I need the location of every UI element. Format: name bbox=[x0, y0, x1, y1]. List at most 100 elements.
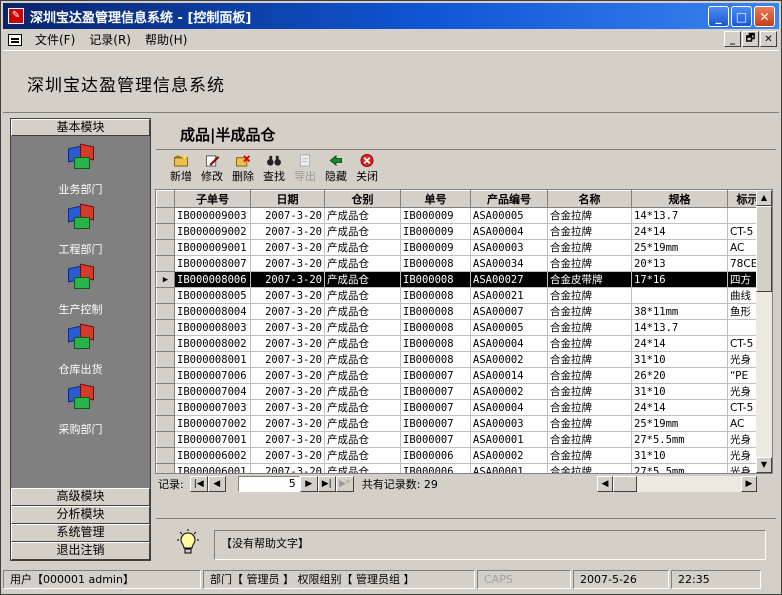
table-cell[interactable]: ASA00001 bbox=[470, 463, 548, 473]
table-cell[interactable]: 14*13.7 bbox=[631, 207, 728, 224]
table-cell[interactable]: 合金拉牌 bbox=[547, 335, 632, 352]
table-cell[interactable]: ASA00003 bbox=[470, 415, 548, 432]
table-cell[interactable]: 产成品仓 bbox=[324, 463, 401, 473]
table-cell[interactable]: IB000007 bbox=[400, 399, 471, 416]
table-cell[interactable]: IB000008 bbox=[400, 271, 471, 288]
close-button[interactable]: ✕ bbox=[754, 6, 775, 27]
table-cell[interactable]: IB000008003 bbox=[174, 319, 251, 336]
table-cell[interactable]: 2007-3-20 bbox=[250, 431, 325, 448]
table-cell[interactable]: IB000006002 bbox=[174, 447, 251, 464]
row-indicator[interactable] bbox=[156, 463, 175, 473]
table-cell[interactable]: 2007-3-20 bbox=[250, 351, 325, 368]
table-cell[interactable]: ASA00021 bbox=[470, 287, 548, 304]
new-record-button[interactable]: ▶* bbox=[335, 476, 354, 492]
table-cell[interactable]: IB000008005 bbox=[174, 287, 251, 304]
mdi-restore-button[interactable]: 🗗 bbox=[742, 31, 759, 47]
table-cell[interactable]: 2007-3-20 bbox=[250, 255, 325, 272]
new-button[interactable]: 新增 bbox=[166, 154, 196, 184]
table-cell[interactable]: 合金拉牌 bbox=[547, 255, 632, 272]
table-cell[interactable]: 产成品仓 bbox=[324, 335, 401, 352]
table-cell[interactable]: 产成品仓 bbox=[324, 271, 401, 288]
table-row[interactable]: IB000008002 2007-3-20 产成品仓 IB000008 ASA00004… bbox=[156, 335, 768, 352]
scroll-down-arrow-icon[interactable]: ▼ bbox=[756, 457, 772, 473]
mdi-close-button[interactable]: ✕ bbox=[760, 31, 777, 47]
table-cell[interactable]: IB000008002 bbox=[174, 335, 251, 352]
table-cell[interactable]: 产成品仓 bbox=[324, 415, 401, 432]
table-cell[interactable]: 38*11mm bbox=[631, 303, 728, 320]
table-row[interactable]: IB000009002 2007-3-20 产成品仓 IB000009 ASA00004… bbox=[156, 223, 768, 240]
table-cell[interactable]: IB000008004 bbox=[174, 303, 251, 320]
table-cell[interactable]: 2007-3-20 bbox=[250, 415, 325, 432]
table-cell[interactable]: IB000009 bbox=[400, 223, 471, 240]
table-row[interactable]: IB000008005 2007-3-20 产成品仓 IB000008 ASA00021… bbox=[156, 287, 768, 304]
table-cell[interactable]: IB000007 bbox=[400, 367, 471, 384]
table-cell[interactable]: 25*19mm bbox=[631, 415, 728, 432]
table-cell[interactable]: 2007-3-20 bbox=[250, 271, 325, 288]
column-header[interactable]: 单号 bbox=[400, 190, 471, 208]
table-cell[interactable]: 合金拉牌 bbox=[547, 415, 632, 432]
table-cell[interactable]: ASA00004 bbox=[470, 399, 548, 416]
nav-group-advanced[interactable]: 高级模块 bbox=[11, 488, 150, 506]
data-grid[interactable]: 子单号 日期 仓别 单号 产品编号 名称 规格 标示 IB000009003 20… bbox=[155, 189, 773, 474]
prev-record-button[interactable]: ◀ bbox=[207, 476, 226, 492]
table-cell[interactable]: 2007-3-20 bbox=[250, 287, 325, 304]
table-cell[interactable]: IB000009001 bbox=[174, 239, 251, 256]
table-cell[interactable]: ASA00002 bbox=[470, 383, 548, 400]
table-cell[interactable]: IB000006 bbox=[400, 447, 471, 464]
table-cell[interactable]: 合金拉牌 bbox=[547, 239, 632, 256]
table-cell[interactable]: 合金拉牌 bbox=[547, 207, 632, 224]
table-cell[interactable]: 2007-3-20 bbox=[250, 207, 325, 224]
scroll-right-arrow-icon[interactable]: ▶ bbox=[741, 476, 757, 492]
table-cell[interactable]: 31*10 bbox=[631, 447, 728, 464]
table-cell[interactable] bbox=[631, 287, 728, 304]
nav-module-production[interactable]: 生产控制 bbox=[11, 261, 150, 321]
table-cell[interactable]: 合金拉牌 bbox=[547, 463, 632, 473]
table-row[interactable]: IB000009001 2007-3-20 产成品仓 IB000009 ASA00003… bbox=[156, 239, 768, 256]
table-cell[interactable]: 2007-3-20 bbox=[250, 447, 325, 464]
nav-group-basic[interactable]: 基本模块 bbox=[11, 119, 150, 136]
table-row[interactable]: IB000007006 2007-3-20 产成品仓 IB000007 ASA00014… bbox=[156, 367, 768, 384]
table-cell[interactable]: IB000008006 bbox=[174, 271, 251, 288]
horizontal-scrollbar[interactable]: ◀ ▶ bbox=[597, 476, 757, 492]
nav-module-purchasing[interactable]: 采购部门 bbox=[11, 381, 150, 441]
edit-button[interactable]: 修改 bbox=[197, 154, 227, 184]
table-cell[interactable]: IB000009 bbox=[400, 239, 471, 256]
table-cell[interactable]: IB000009 bbox=[400, 207, 471, 224]
column-header[interactable]: 仓别 bbox=[324, 190, 401, 208]
hscroll-thumb[interactable] bbox=[613, 476, 637, 492]
row-indicator[interactable] bbox=[156, 207, 175, 224]
row-indicator[interactable] bbox=[156, 415, 175, 432]
next-record-button[interactable]: ▶ bbox=[299, 476, 318, 492]
table-cell[interactable]: IB000006001 bbox=[174, 463, 251, 473]
column-header[interactable]: 产品编号 bbox=[470, 190, 548, 208]
first-record-button[interactable]: |◀ bbox=[189, 476, 208, 492]
table-row[interactable]: IB000007003 2007-3-20 产成品仓 IB000007 ASA00004… bbox=[156, 399, 768, 416]
table-cell[interactable]: 产成品仓 bbox=[324, 207, 401, 224]
table-cell[interactable]: 2007-3-20 bbox=[250, 383, 325, 400]
row-indicator[interactable] bbox=[156, 335, 175, 352]
current-record-input[interactable]: 5 bbox=[237, 476, 300, 492]
table-cell[interactable]: IB000009002 bbox=[174, 223, 251, 240]
table-cell[interactable]: 26*20 bbox=[631, 367, 728, 384]
table-row[interactable]: IB000007004 2007-3-20 产成品仓 IB000007 ASA00002… bbox=[156, 383, 768, 400]
table-cell[interactable]: IB000008 bbox=[400, 255, 471, 272]
row-indicator[interactable] bbox=[156, 239, 175, 256]
table-cell[interactable]: 合金拉牌 bbox=[547, 367, 632, 384]
nav-group-analysis[interactable]: 分析模块 bbox=[11, 506, 150, 524]
table-cell[interactable]: 20*13 bbox=[631, 255, 728, 272]
table-cell[interactable]: ASA00002 bbox=[470, 447, 548, 464]
row-indicator[interactable] bbox=[156, 447, 175, 464]
table-cell[interactable]: 25*19mm bbox=[631, 239, 728, 256]
table-row[interactable]: IB000008003 2007-3-20 产成品仓 IB000008 ASA00005… bbox=[156, 319, 768, 336]
minimize-button[interactable]: _ bbox=[708, 6, 729, 27]
table-cell[interactable]: IB000008 bbox=[400, 319, 471, 336]
table-cell[interactable]: ASA00003 bbox=[470, 239, 548, 256]
table-cell[interactable]: IB000008007 bbox=[174, 255, 251, 272]
row-indicator[interactable] bbox=[156, 431, 175, 448]
table-cell[interactable]: 合金拉牌 bbox=[547, 287, 632, 304]
table-cell[interactable]: 27*5.5mm bbox=[631, 431, 728, 448]
table-cell[interactable]: 17*16 bbox=[631, 271, 728, 288]
table-cell[interactable]: ASA00004 bbox=[470, 335, 548, 352]
table-cell[interactable]: 2007-3-20 bbox=[250, 335, 325, 352]
row-indicator[interactable] bbox=[156, 319, 175, 336]
